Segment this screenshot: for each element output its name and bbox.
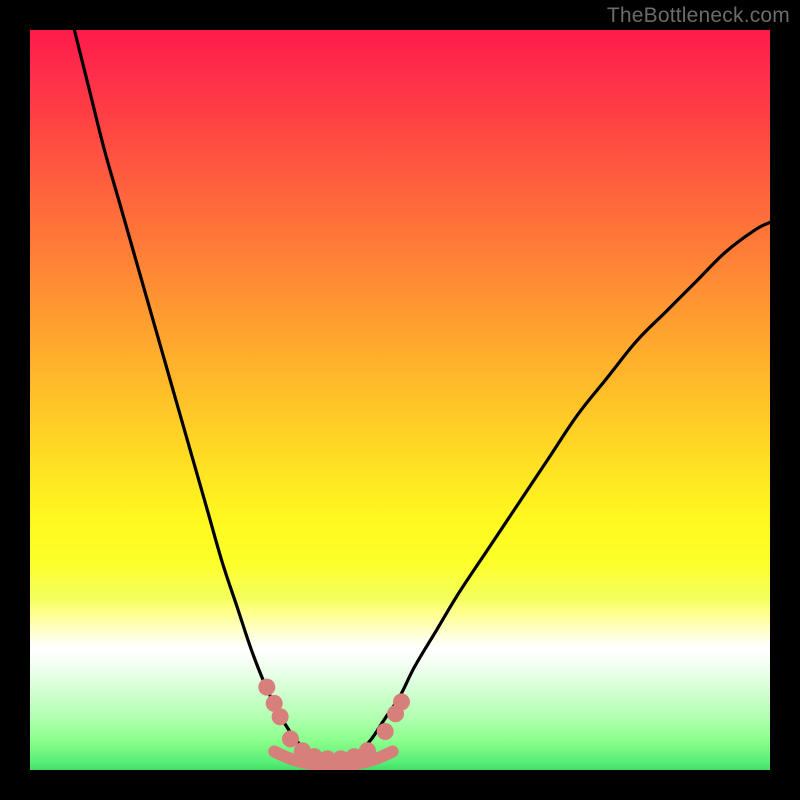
left-curve — [74, 30, 311, 755]
outer-frame: TheBottleneck.com — [0, 0, 800, 800]
curves-svg — [30, 30, 770, 770]
data-dot — [272, 708, 289, 725]
data-dot — [377, 723, 394, 740]
data-dot — [359, 742, 376, 759]
data-dot — [393, 693, 410, 710]
plot-area — [30, 30, 770, 770]
right-curve — [356, 222, 770, 755]
data-dot — [258, 679, 275, 696]
watermark-text: TheBottleneck.com — [607, 4, 790, 28]
